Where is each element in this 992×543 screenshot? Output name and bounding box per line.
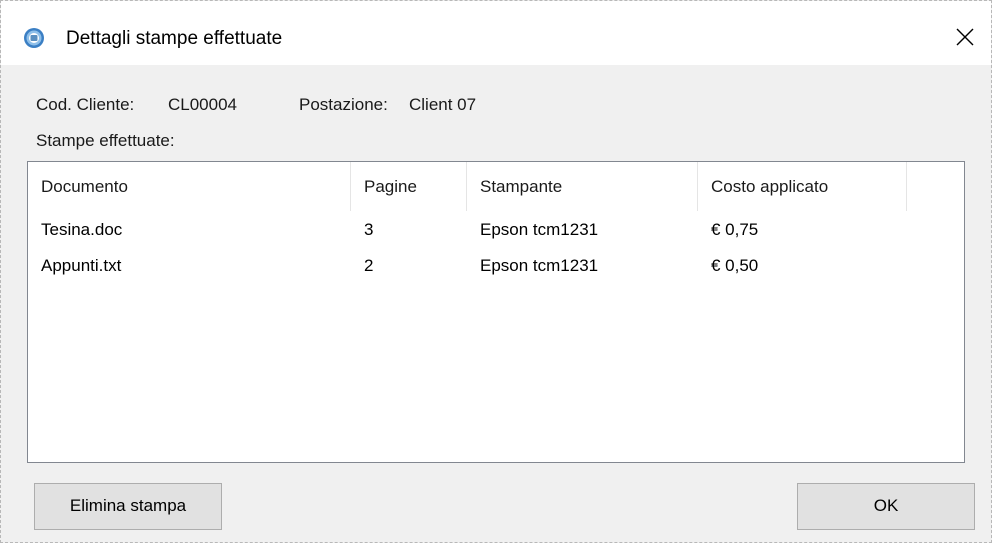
table-row[interactable]: Appunti.txt 2 Epson tcm1231 € 0,50: [28, 249, 964, 285]
close-icon: [956, 28, 974, 46]
column-header-document[interactable]: Documento: [28, 162, 351, 211]
list-header: Documento Pagine Stampante Costo applica…: [28, 162, 964, 212]
station-label: Postazione:: [299, 95, 388, 114]
cell-cost: € 0,50: [711, 256, 759, 275]
cell-printer: Epson tcm1231: [480, 220, 599, 239]
cell-document: Appunti.txt: [41, 256, 122, 275]
app-icon: [23, 27, 45, 49]
client-code-value: CL00004: [168, 95, 238, 114]
window-title: Dettagli stampe effettuate: [66, 28, 283, 49]
cell-pages: 3: [364, 220, 374, 239]
title-bar: Dettagli stampe effettuate: [1, 1, 991, 65]
column-header-pages[interactable]: Pagine: [351, 162, 467, 211]
cell-document: Tesina.doc: [41, 220, 123, 239]
prints-list-label: Stampe effettuate:: [36, 131, 175, 150]
prints-list-view[interactable]: Documento Pagine Stampante Costo applica…: [27, 161, 965, 463]
close-button[interactable]: [937, 1, 991, 65]
cell-cost: € 0,75: [711, 220, 759, 239]
table-row[interactable]: Tesina.doc 3 Epson tcm1231 € 0,75: [28, 213, 964, 249]
client-code-label: Cod. Cliente:: [36, 95, 135, 114]
station-value: Client 07: [409, 95, 477, 114]
column-header-cost[interactable]: Costo applicato: [698, 162, 907, 211]
column-header-printer[interactable]: Stampante: [467, 162, 698, 211]
cell-printer: Epson tcm1231: [480, 256, 599, 275]
cell-pages: 2: [364, 256, 374, 275]
ok-button[interactable]: OK: [797, 483, 975, 530]
dialog-window: Dettagli stampe effettuate Cod. Cliente:…: [0, 0, 992, 543]
delete-print-button[interactable]: Elimina stampa: [34, 483, 222, 530]
